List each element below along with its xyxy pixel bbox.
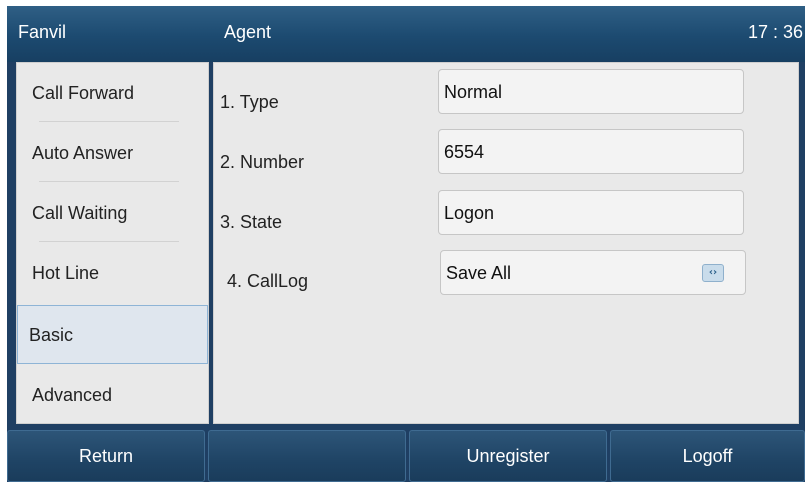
calllog-value: Save All bbox=[446, 263, 512, 283]
number-field[interactable]: 6554 bbox=[438, 129, 744, 174]
divider bbox=[39, 121, 179, 122]
sidebar-item-label: Call Forward bbox=[32, 83, 135, 103]
sidebar-menu: Call Forward Auto Answer Call Waiting Ho… bbox=[16, 62, 209, 424]
number-value: 6554 bbox=[444, 142, 485, 162]
sidebar-item-hot-line[interactable]: Hot Line bbox=[17, 243, 208, 302]
sidebar-item-auto-answer[interactable]: Auto Answer bbox=[17, 123, 208, 182]
logoff-button[interactable]: Logoff bbox=[610, 430, 805, 482]
sidebar-item-label: Basic bbox=[29, 325, 74, 345]
calllog-label: 4. CallLog bbox=[227, 271, 309, 291]
return-button[interactable]: Return bbox=[7, 430, 205, 482]
sidebar-item-advanced[interactable]: Advanced bbox=[17, 365, 208, 424]
state-label: 3. State bbox=[220, 212, 283, 232]
brand-name: Fanvil bbox=[18, 22, 67, 42]
divider bbox=[39, 181, 179, 182]
sidebar-item-call-waiting[interactable]: Call Waiting bbox=[17, 183, 208, 242]
type-value: Normal bbox=[444, 82, 503, 102]
clock: 17 : 36 bbox=[747, 22, 803, 42]
type-label: 1. Type bbox=[220, 92, 279, 112]
sidebar-item-label: Call Waiting bbox=[32, 203, 128, 223]
agent-settings-panel: 1. Type Normal 2. Number 6554 3. State L… bbox=[213, 62, 799, 424]
sidebar-item-label: Advanced bbox=[32, 385, 113, 405]
state-value: Logon bbox=[444, 203, 495, 223]
empty-softkey[interactable] bbox=[208, 430, 406, 482]
status-bar: Fanvil Agent 17 : 36 bbox=[7, 6, 805, 62]
sidebar-item-label: Auto Answer bbox=[32, 143, 134, 163]
sidebar-item-basic[interactable]: Basic bbox=[17, 305, 208, 364]
phone-screen: Fanvil Agent 17 : 36 Call Forward Auto A… bbox=[7, 6, 805, 482]
unregister-button[interactable]: Unregister bbox=[409, 430, 607, 482]
number-label: 2. Number bbox=[220, 152, 305, 172]
sidebar-item-label: Hot Line bbox=[32, 263, 100, 283]
state-field[interactable]: Logon bbox=[438, 190, 744, 235]
softkey-bar: Return Unregister Logoff bbox=[7, 430, 805, 482]
calllog-select[interactable]: Save All ‹› bbox=[440, 250, 746, 295]
page-title: Agent bbox=[224, 22, 272, 42]
type-field[interactable]: Normal bbox=[438, 69, 744, 114]
divider bbox=[39, 241, 179, 242]
left-right-switch-icon[interactable]: ‹› bbox=[702, 264, 724, 282]
sidebar-item-call-forward[interactable]: Call Forward bbox=[17, 63, 208, 122]
